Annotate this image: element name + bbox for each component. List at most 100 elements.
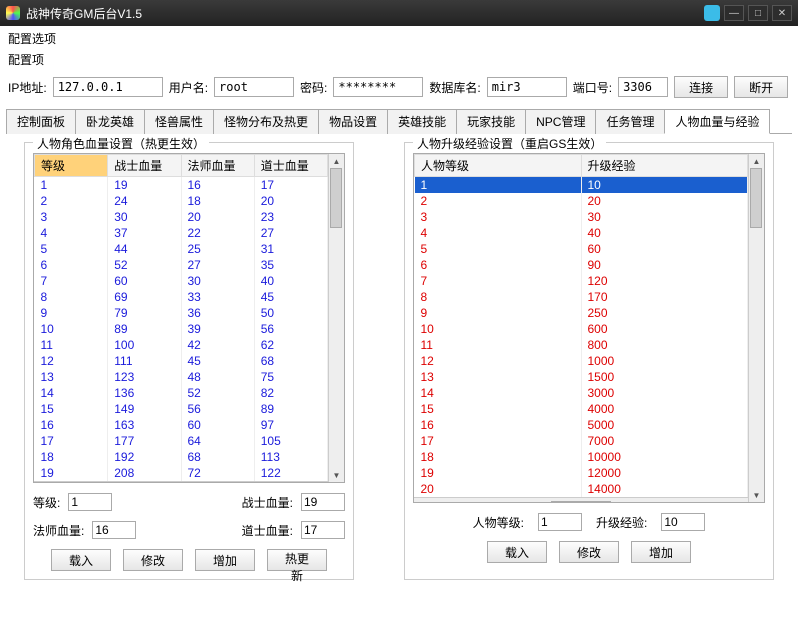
port-input[interactable] — [618, 77, 668, 97]
exp-group-title: 人物升级经验设置（重启GS生效） — [413, 135, 606, 152]
port-label: 端口号: — [573, 79, 612, 96]
theme-icon[interactable] — [704, 5, 720, 21]
tab-2[interactable]: 怪兽属性 — [144, 109, 214, 134]
hp-col-0[interactable]: 等级 — [35, 155, 108, 177]
ip-input[interactable] — [53, 77, 163, 97]
table-row[interactable]: 1920872122 — [35, 465, 328, 481]
tab-1[interactable]: 卧龙英雄 — [75, 109, 145, 134]
table-row[interactable]: 131500 — [415, 369, 748, 385]
exp-add-button[interactable]: 增加 — [631, 541, 691, 563]
exp-group: 人物升级经验设置（重启GS生效） 人物等级升级经验110220330440560… — [404, 142, 774, 580]
table-row[interactable]: 690 — [415, 257, 748, 273]
table-row[interactable]: 10600 — [415, 321, 748, 337]
table-row[interactable]: 161636097 — [35, 417, 328, 433]
ip-label: IP地址: — [8, 79, 47, 96]
hp-hotupdate-button[interactable]: 热更新 — [267, 549, 327, 571]
hp-modify-button[interactable]: 修改 — [123, 549, 183, 571]
exp-table[interactable]: 人物等级升级经验11022033044056069071208170925010… — [414, 154, 748, 497]
table-row[interactable]: 121114568 — [35, 353, 328, 369]
tab-3[interactable]: 怪物分布及热更 — [213, 109, 319, 134]
table-row[interactable]: 9250 — [415, 305, 748, 321]
user-input[interactable] — [214, 77, 294, 97]
table-row[interactable]: 4372227 — [35, 225, 328, 241]
hp-group: 人物角色血量设置（热更生效） 等级战士血量法师血量道士血量11916172241… — [24, 142, 354, 580]
tab-4[interactable]: 物品设置 — [318, 109, 388, 134]
exp-exp-label: 升级经验: — [596, 514, 647, 531]
hp-load-button[interactable]: 载入 — [51, 549, 111, 571]
exp-col-1[interactable]: 升级经验 — [581, 155, 748, 177]
table-row[interactable]: 7603040 — [35, 273, 328, 289]
hp-vscroll[interactable]: ▲▼ — [328, 154, 344, 482]
hp-group-title: 人物角色血量设置（热更生效） — [33, 135, 209, 152]
tab-7[interactable]: NPC管理 — [525, 109, 596, 134]
table-row[interactable]: 141365282 — [35, 385, 328, 401]
table-row[interactable]: 165000 — [415, 417, 748, 433]
hp-hscroll[interactable] — [34, 481, 328, 482]
table-row[interactable]: 220 — [415, 193, 748, 209]
exp-load-button[interactable]: 载入 — [487, 541, 547, 563]
hp-add-button[interactable]: 增加 — [195, 549, 255, 571]
tab-6[interactable]: 玩家技能 — [456, 109, 526, 134]
table-row[interactable]: 5442531 — [35, 241, 328, 257]
table-row[interactable]: 1191617 — [35, 177, 328, 194]
table-row[interactable]: 1912000 — [415, 465, 748, 481]
tab-8[interactable]: 任务管理 — [595, 109, 665, 134]
table-row[interactable]: 2241820 — [35, 193, 328, 209]
table-row[interactable]: 7120 — [415, 273, 748, 289]
table-row[interactable]: 560 — [415, 241, 748, 257]
table-row[interactable]: 8170 — [415, 289, 748, 305]
hp-tao-label: 道士血量: — [242, 522, 293, 539]
table-row[interactable]: 330 — [415, 209, 748, 225]
hp-mage-input[interactable] — [92, 521, 136, 539]
table-row[interactable]: 11800 — [415, 337, 748, 353]
exp-exp-input[interactable] — [661, 513, 705, 531]
exp-modify-button[interactable]: 修改 — [559, 541, 619, 563]
close-button[interactable]: ✕ — [772, 5, 792, 21]
table-row[interactable]: 1819268113 — [35, 449, 328, 465]
tab-0[interactable]: 控制面板 — [6, 109, 76, 134]
table-row[interactable]: 143000 — [415, 385, 748, 401]
table-row[interactable]: 154000 — [415, 401, 748, 417]
table-row[interactable]: 9793650 — [35, 305, 328, 321]
table-row[interactable]: 8693345 — [35, 289, 328, 305]
table-row[interactable]: 2014000 — [415, 481, 748, 497]
tab-9[interactable]: 人物血量与经验 — [664, 109, 770, 134]
db-label: 数据库名: — [429, 79, 480, 96]
table-row[interactable]: 10893956 — [35, 321, 328, 337]
exp-hscroll[interactable] — [414, 497, 748, 502]
hp-col-1[interactable]: 战士血量 — [108, 155, 181, 177]
connection-row: IP地址: 用户名: 密码: 数据库名: 端口号: 连接 断开 — [0, 72, 798, 104]
disconnect-button[interactable]: 断开 — [734, 76, 788, 98]
pwd-input[interactable] — [333, 77, 423, 97]
minimize-button[interactable]: — — [724, 5, 744, 21]
hp-tao-input[interactable] — [301, 521, 345, 539]
exp-col-0[interactable]: 人物等级 — [415, 155, 582, 177]
table-row[interactable]: 121000 — [415, 353, 748, 369]
table-row[interactable]: 3302023 — [35, 209, 328, 225]
hp-lvl-label: 等级: — [33, 494, 60, 511]
hp-war-input[interactable] — [301, 493, 345, 511]
hp-table[interactable]: 等级战士血量法师血量道士血量11916172241820330202343722… — [34, 154, 328, 481]
tab-bar: 控制面板卧龙英雄怪兽属性怪物分布及热更物品设置英雄技能玩家技能NPC管理任务管理… — [6, 108, 792, 134]
table-row[interactable]: 440 — [415, 225, 748, 241]
pwd-label: 密码: — [300, 79, 327, 96]
menu-config-options[interactable]: 配置选项 — [0, 26, 798, 51]
hp-col-3[interactable]: 道士血量 — [254, 155, 327, 177]
table-row[interactable]: 111004262 — [35, 337, 328, 353]
db-input[interactable] — [487, 77, 567, 97]
table-row[interactable]: 110 — [415, 177, 748, 194]
table-row[interactable]: 177000 — [415, 433, 748, 449]
connect-button[interactable]: 连接 — [674, 76, 728, 98]
maximize-button[interactable]: □ — [748, 5, 768, 21]
table-row[interactable]: 131234875 — [35, 369, 328, 385]
table-row[interactable]: 1717764105 — [35, 433, 328, 449]
table-row[interactable]: 1810000 — [415, 449, 748, 465]
table-row[interactable]: 6522735 — [35, 257, 328, 273]
exp-lvl-input[interactable] — [538, 513, 582, 531]
window-title: 战神传奇GM后台V1.5 — [26, 5, 142, 22]
exp-vscroll[interactable]: ▲▼ — [748, 154, 764, 502]
hp-lvl-input[interactable] — [68, 493, 112, 511]
tab-5[interactable]: 英雄技能 — [387, 109, 457, 134]
hp-col-2[interactable]: 法师血量 — [181, 155, 254, 177]
table-row[interactable]: 151495689 — [35, 401, 328, 417]
